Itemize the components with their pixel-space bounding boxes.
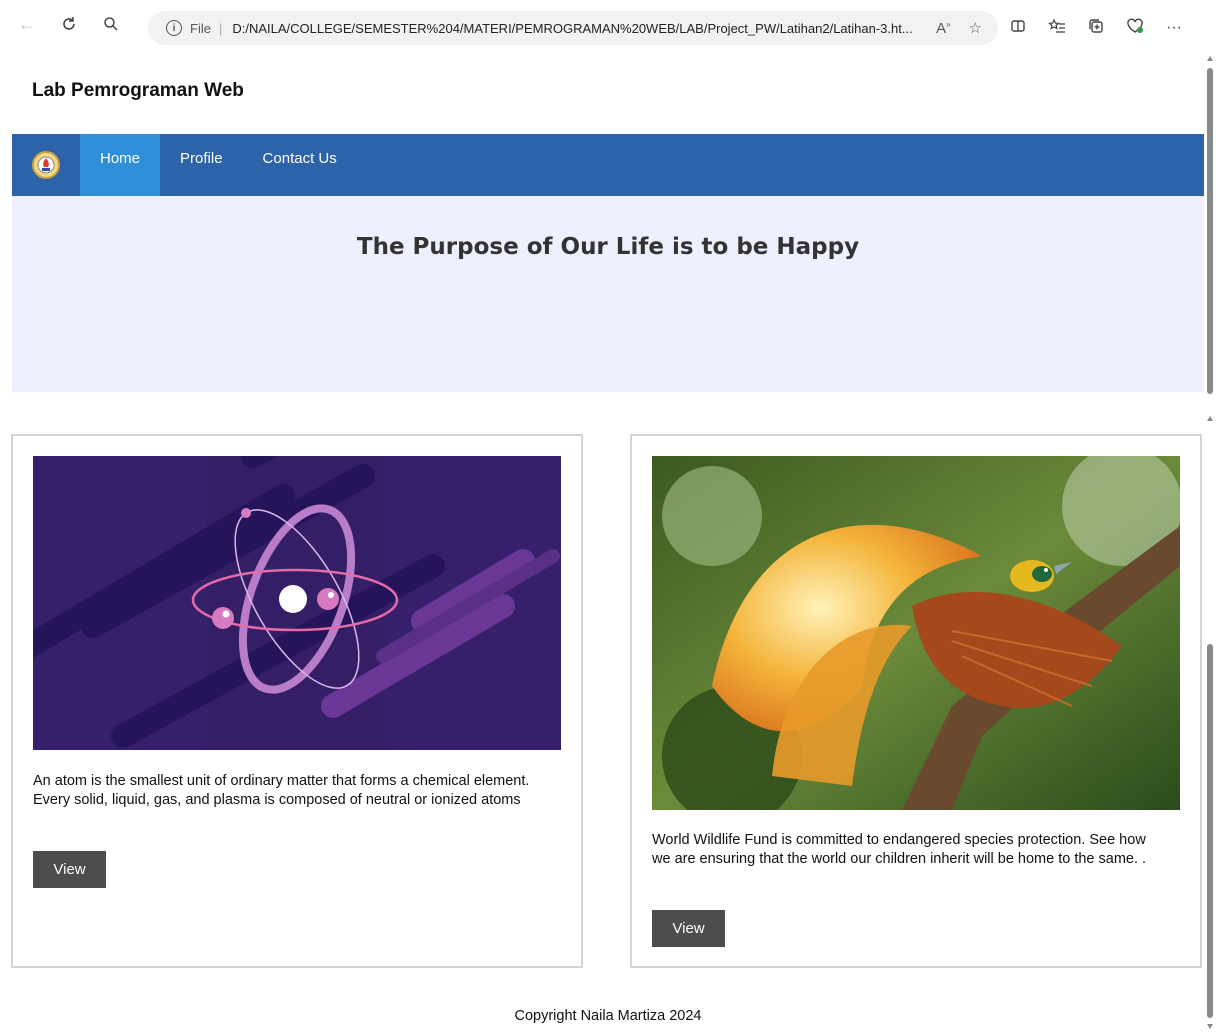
refresh-icon[interactable] (54, 9, 84, 39)
url-separator: | (218, 20, 223, 36)
hero-banner: The Purpose of Our Life is to be Happy (12, 196, 1204, 392)
view-button[interactable]: View (33, 851, 106, 888)
section-divider (0, 392, 1216, 406)
main-navigation: Home Profile Contact Us (12, 134, 1204, 196)
back-icon[interactable]: ← (12, 9, 42, 39)
favorite-star-icon[interactable]: ☆ (969, 19, 982, 37)
web-page: Lab Pemrograman Web Home Profile Contact… (12, 48, 1204, 392)
scroll-up-arrow-icon[interactable] (1207, 416, 1213, 421)
bird-of-paradise-photo (652, 446, 1182, 826)
copyright-text: Copyright Naila Martiza 2024 (514, 1008, 702, 1024)
nav-profile[interactable]: Profile (160, 134, 243, 196)
url-text[interactable]: D:/NAILA/COLLEGE/SEMESTER%204/MATERI/PEM… (232, 21, 922, 36)
more-icon[interactable]: ··· (1166, 19, 1182, 37)
read-aloud-icon[interactable]: A» (936, 20, 950, 37)
scroll-up-arrow-icon[interactable] (1207, 56, 1213, 61)
address-bar[interactable]: i File | D:/NAILA/COLLEGE/SEMESTER%204/M… (148, 11, 998, 45)
page-footer: Copyright Naila Martiza 2024 (0, 1008, 1216, 1024)
info-icon[interactable]: i (166, 20, 182, 36)
url-scheme-label: File (190, 20, 211, 36)
site-title: Lab Pemrograman Web (32, 80, 244, 101)
card-description: World Wildlife Fund is committed to enda… (652, 832, 1147, 867)
card-atom: An atom is the smallest unit of ordinary… (1, 384, 583, 968)
nav-home[interactable]: Home (80, 134, 161, 196)
scroll-thumb[interactable] (1207, 68, 1213, 394)
view-button[interactable]: View (652, 910, 725, 947)
site-header: Lab Pemrograman Web (12, 48, 1204, 134)
card-wildlife: World Wildlife Fund is committed to enda… (630, 434, 1202, 968)
split-screen-icon[interactable] (1010, 18, 1026, 39)
scroll-down-arrow-icon[interactable] (1207, 1024, 1213, 1029)
nav-contact-us[interactable]: Contact Us (243, 134, 357, 196)
hero-title: The Purpose of Our Life is to be Happy (356, 234, 860, 260)
atom-illustration (1, 384, 561, 750)
health-icon[interactable] (1126, 18, 1144, 39)
card-description: An atom is the smallest unit of ordinary… (33, 773, 530, 808)
scroll-thumb[interactable] (1207, 644, 1213, 1018)
browser-toolbar: ← i File | D:/NAILA/COLLEGE/SEMESTER%204… (0, 0, 1216, 48)
collections-icon[interactable] (1088, 18, 1104, 39)
favorites-icon[interactable] (1048, 17, 1066, 39)
logo-icon[interactable] (12, 134, 80, 196)
search-icon[interactable] (96, 9, 126, 39)
